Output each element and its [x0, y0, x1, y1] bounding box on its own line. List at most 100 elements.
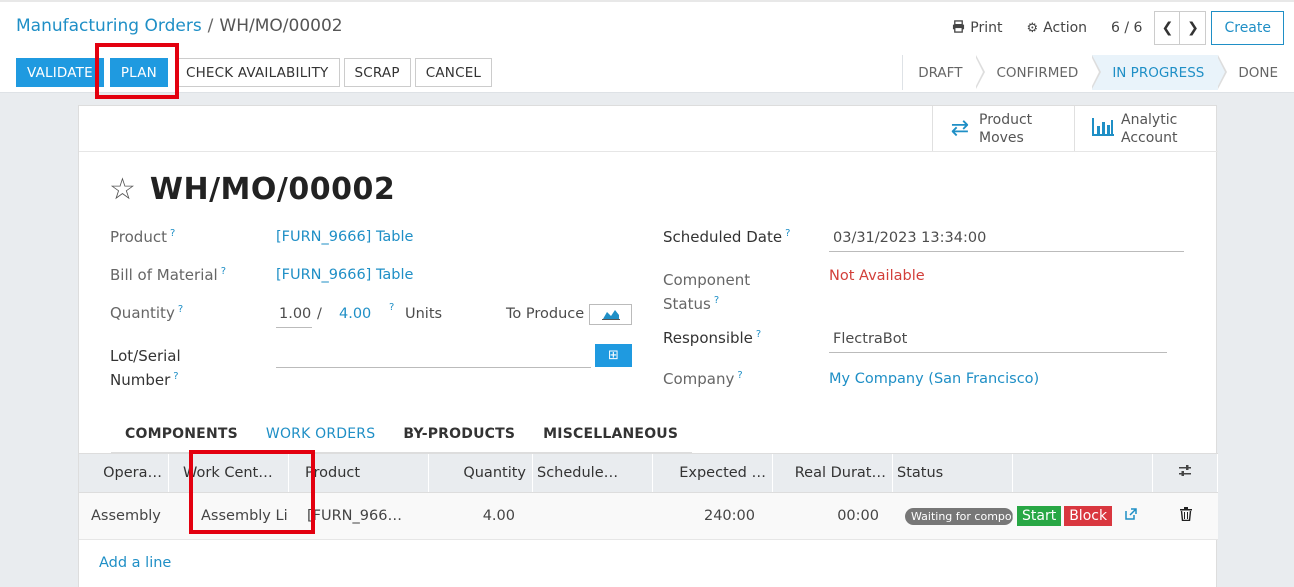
breadcrumb-parent-link[interactable]: Manufacturing Orders	[16, 16, 202, 36]
record-title: WH/MO/00002	[149, 172, 396, 207]
status-confirmed[interactable]: CONFIRMED	[976, 55, 1102, 90]
exchange-arrows-icon: ⇄	[950, 115, 970, 141]
responsible-input[interactable]: FlectraBot	[833, 331, 907, 347]
product-value[interactable]: [FURN_9666] Table	[276, 229, 413, 245]
gear-icon: ⚙	[1026, 20, 1039, 36]
cell-work-center: Assembly Li…	[201, 508, 289, 524]
external-link-icon[interactable]	[1124, 507, 1138, 525]
delete-row-button[interactable]	[1153, 493, 1218, 539]
create-button[interactable]: Create	[1211, 11, 1284, 45]
chevron-left-icon: ❮	[1161, 20, 1174, 36]
bom-label: Bill of Material?	[110, 266, 227, 284]
status-done[interactable]: DONE	[1218, 55, 1294, 90]
status-draft-label: DRAFT	[918, 64, 963, 81]
cell-operation: Assembly	[91, 508, 161, 524]
scrap-button[interactable]: SCRAP	[343, 58, 411, 87]
plus-square-icon: ⊞	[608, 348, 619, 363]
statusbar: DRAFT CONFIRMED IN PROGRESS DONE	[902, 55, 1294, 90]
action-buttons: VALIDATE PLAN CHECK AVAILABILITY SCRAP C…	[16, 58, 493, 87]
responsible-label: Responsible?	[663, 329, 762, 347]
cell-product: [FURN_966…	[307, 508, 402, 524]
status-in-progress[interactable]: IN PROGRESS	[1092, 55, 1228, 90]
forecast-chart-button[interactable]	[589, 304, 632, 325]
lot-serial-input[interactable]	[276, 367, 591, 368]
column-product[interactable]: Product	[289, 454, 429, 492]
status-in-progress-label: IN PROGRESS	[1112, 64, 1205, 81]
cell-scheduled	[533, 493, 653, 539]
smart-buttons-divider	[79, 151, 1218, 152]
print-icon	[952, 19, 965, 37]
table-row[interactable]: Assembly Assembly Li… [FURN_966… 4.00 24…	[79, 493, 1218, 540]
pager-area: Print ⚙ Action 6 / 6 ❮ ❯ Create	[952, 11, 1294, 45]
tab-by-products[interactable]: BY-PRODUCTS	[389, 416, 529, 452]
validate-button[interactable]: VALIDATE	[16, 58, 104, 87]
check-availability-button[interactable]: CHECK AVAILABILITY	[174, 58, 340, 87]
work-orders-table: Opera… Work Cent… Product Quantity Sched…	[79, 453, 1218, 540]
add-line-link[interactable]: Add a line	[99, 555, 171, 571]
qty-produced-input[interactable]: 1.00	[279, 306, 311, 322]
analytic-account-label: Analytic Account	[1121, 111, 1178, 146]
notebook-tabs: COMPONENTS WORK ORDERS BY-PRODUCTS MISCE…	[111, 416, 693, 453]
table-header: Opera… Work Cent… Product Quantity Sched…	[79, 453, 1218, 493]
qty-help: ?	[389, 302, 395, 313]
block-button[interactable]: Block	[1064, 506, 1113, 526]
tab-work-orders[interactable]: WORK ORDERS	[252, 416, 389, 452]
print-button[interactable]: Print	[952, 19, 1003, 37]
column-expected-duration[interactable]: Expected …	[653, 454, 773, 492]
breadcrumb-separator: /	[207, 16, 214, 36]
record-title-row: ☆ WH/MO/00002	[109, 172, 395, 207]
smart-buttons: ⇄ Product Moves Analytic Account	[932, 106, 1216, 151]
plan-button[interactable]: PLAN	[109, 58, 168, 87]
status-draft[interactable]: DRAFT	[903, 55, 986, 90]
product-moves-label: Product Moves	[979, 111, 1033, 146]
top-divider	[0, 0, 1294, 2]
qty-total[interactable]: 4.00	[339, 306, 371, 322]
column-actions	[1013, 454, 1153, 492]
cell-expected-duration: 240:00	[703, 508, 755, 524]
bar-chart-icon	[1091, 117, 1114, 140]
star-icon[interactable]: ☆	[109, 172, 136, 207]
status-done-label: DONE	[1238, 64, 1278, 81]
company-value[interactable]: My Company (San Francisco)	[829, 371, 1039, 387]
area-chart-icon	[601, 305, 620, 324]
status-badge: Waiting for components	[905, 507, 1013, 525]
scheduled-date-input[interactable]: 03/31/2023 13:34:00	[833, 230, 986, 246]
optional-columns-toggle[interactable]	[1153, 454, 1218, 492]
start-button[interactable]: Start	[1017, 506, 1062, 526]
quantity-label: Quantity?	[110, 304, 184, 322]
print-label: Print	[970, 20, 1003, 36]
company-label: Company?	[663, 370, 743, 388]
column-quantity[interactable]: Quantity	[429, 454, 533, 492]
column-status[interactable]: Status	[893, 454, 1013, 492]
product-moves-button[interactable]: ⇄ Product Moves	[932, 106, 1074, 151]
pager-previous-button[interactable]: ❮	[1154, 11, 1181, 45]
action-button[interactable]: ⚙ Action	[1027, 20, 1088, 36]
component-status-label: Component Status?	[663, 271, 751, 313]
cell-quantity: 4.00	[482, 508, 515, 524]
component-status-value: Not Available	[829, 268, 925, 284]
cancel-button[interactable]: CANCEL	[414, 58, 493, 87]
product-label: Product?	[110, 228, 176, 246]
bom-value[interactable]: [FURN_9666] Table	[276, 267, 413, 283]
tab-miscellaneous[interactable]: MISCELLANEOUS	[529, 416, 692, 452]
column-operation[interactable]: Opera…	[79, 454, 169, 492]
add-lot-button[interactable]: ⊞	[595, 344, 632, 367]
form-sheet: ⇄ Product Moves Analytic Account ☆ WH/MO/0…	[78, 105, 1218, 587]
trash-icon	[1179, 507, 1192, 525]
column-work-center[interactable]: Work Cent…	[169, 454, 289, 492]
action-label: Action	[1043, 20, 1088, 36]
sliders-icon	[1178, 464, 1192, 482]
scheduled-date-label: Scheduled Date?	[663, 228, 791, 246]
pager-count: 6 / 6	[1111, 20, 1143, 36]
analytic-account-button[interactable]: Analytic Account	[1074, 106, 1216, 151]
tab-components[interactable]: COMPONENTS	[111, 416, 252, 452]
control-panel: Manufacturing Orders / WH/MO/00002 Print ⚙…	[0, 0, 1294, 93]
column-real-duration[interactable]: Real Durat…	[773, 454, 893, 492]
column-scheduled[interactable]: Schedule…	[533, 454, 653, 492]
lot-serial-label: Lot/Serial Number?	[110, 347, 181, 389]
pager-next-button[interactable]: ❯	[1180, 11, 1207, 45]
cell-real-duration: 00:00	[837, 508, 879, 524]
status-confirmed-label: CONFIRMED	[996, 64, 1079, 81]
chevron-right-icon: ❯	[1187, 20, 1199, 36]
breadcrumb-current: WH/MO/00002	[219, 16, 343, 36]
